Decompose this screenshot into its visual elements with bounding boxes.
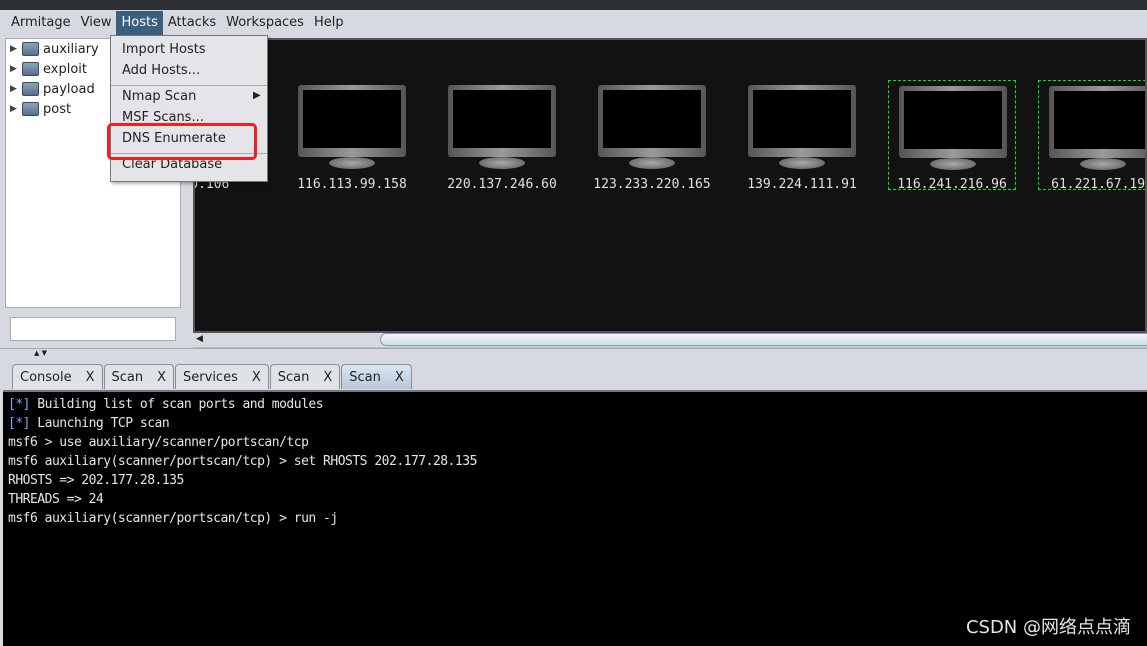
tab-label: Scan xyxy=(277,369,310,385)
tab-scan[interactable]: Scan X xyxy=(103,364,175,389)
expand-arrow-icon[interactable]: ▶ xyxy=(10,104,22,114)
folder-icon xyxy=(22,42,39,56)
module-search-input[interactable] xyxy=(10,317,176,341)
tab-console[interactable]: Console X xyxy=(12,364,103,389)
console-line: msf6 auxiliary(scanner/portscan/tcp) > r… xyxy=(8,509,1142,528)
tab-scan[interactable]: Scan X xyxy=(269,364,341,389)
monitor-icon xyxy=(1049,86,1145,158)
menu-item-nmap-scan[interactable]: Nmap Scan xyxy=(122,87,262,107)
scrollbar-thumb[interactable] xyxy=(380,333,1147,346)
console-line: msf6 > use auxiliary/scanner/portscan/tc… xyxy=(8,433,1142,452)
menu-separator xyxy=(111,85,267,86)
console-line: [*] Launching TCP scan xyxy=(8,414,1142,433)
tab-label: Scan xyxy=(111,369,144,385)
tab-bar: Console X Scan X Services X Scan X Scan X xyxy=(12,364,413,389)
console-text: RHOSTS => 202.177.28.135 xyxy=(8,473,184,488)
highlight-box xyxy=(107,123,257,160)
expand-arrow-icon[interactable]: ▶ xyxy=(10,44,22,54)
console-line: [*] Building list of scan ports and modu… xyxy=(8,395,1142,414)
tab-label: Scan xyxy=(349,369,381,385)
submenu-arrow-icon: ▶ xyxy=(253,90,261,101)
monitor-icon xyxy=(899,86,1007,158)
host-node[interactable] xyxy=(738,80,866,190)
menu-workspaces[interactable]: Workspaces xyxy=(221,11,309,35)
expand-arrow-icon[interactable]: ▶ xyxy=(10,84,22,94)
menu-armitage[interactable]: Armitage xyxy=(6,11,76,35)
menu-hosts[interactable]: Hosts xyxy=(116,10,163,35)
tree-item-label: post xyxy=(43,101,72,117)
console-text: Launching TCP scan xyxy=(29,416,170,431)
tree-item-label: payload xyxy=(43,81,95,97)
menu-help[interactable]: Help xyxy=(309,11,349,35)
tab-label: Services xyxy=(183,369,238,385)
tab-close-icon[interactable]: X xyxy=(323,370,332,385)
console-text: msf6 auxiliary(scanner/portscan/tcp) > r… xyxy=(8,511,338,526)
tab-close-icon[interactable]: X xyxy=(252,370,261,385)
monitor-icon xyxy=(598,85,706,157)
menu-bar: Armitage View Hosts Attacks Workspaces Help xyxy=(0,10,1147,35)
monitor-icon xyxy=(748,85,856,157)
tab-services[interactable]: Services X xyxy=(175,364,269,389)
host-ip-label: 220.137.246.60 xyxy=(447,177,557,192)
menu-attacks[interactable]: Attacks xyxy=(163,11,221,35)
host-ip-label: 61.221.67.195 xyxy=(1051,177,1147,192)
split-divider[interactable]: ▲ ▼ xyxy=(0,348,1147,360)
hosts-graph: 8.0.106116.113.99.158220.137.246.60123.2… xyxy=(193,38,1147,333)
tree-item-label: exploit xyxy=(43,61,87,77)
host-node[interactable] xyxy=(588,80,716,190)
console-text: msf6 > use auxiliary/scanner/portscan/tc… xyxy=(8,435,309,450)
tab-label: Console xyxy=(20,369,72,385)
host-ip-label: 116.241.216.96 xyxy=(897,177,1007,192)
console-line: RHOSTS => 202.177.28.135 xyxy=(8,471,1142,490)
status-prefix: [*] xyxy=(8,416,30,431)
console-text: Building list of scan ports and modules xyxy=(29,397,324,412)
divider-arrows-icon[interactable]: ▲ ▼ xyxy=(34,349,47,357)
folder-icon xyxy=(22,102,39,116)
scroll-left-icon[interactable]: ◀ xyxy=(196,334,203,344)
status-prefix: [*] xyxy=(8,397,30,412)
monitor-icon xyxy=(448,85,556,157)
host-ip-label: 123.233.220.165 xyxy=(593,177,711,192)
menu-view[interactable]: View xyxy=(76,11,117,35)
monitor-icon xyxy=(298,85,406,157)
menu-item-add-hosts[interactable]: Add Hosts... xyxy=(122,61,200,81)
host-ip-label: 116.113.99.158 xyxy=(297,177,407,192)
tree-item-label: auxiliary xyxy=(43,41,99,57)
tab-close-icon[interactable]: X xyxy=(86,370,95,385)
host-node[interactable] xyxy=(438,80,566,190)
console-line: msf6 auxiliary(scanner/portscan/tcp) > s… xyxy=(8,452,1142,471)
console-text: THREADS => 24 xyxy=(8,492,104,507)
console-text: msf6 auxiliary(scanner/portscan/tcp) > s… xyxy=(8,454,477,469)
host-node[interactable] xyxy=(288,80,416,190)
console-line: THREADS => 24 xyxy=(8,490,1142,509)
menu-item-import-hosts[interactable]: Import Hosts xyxy=(122,40,206,60)
tab-close-icon[interactable]: X xyxy=(157,370,166,385)
folder-icon xyxy=(22,62,39,76)
expand-arrow-icon[interactable]: ▶ xyxy=(10,64,22,74)
tab-close-icon[interactable]: X xyxy=(395,370,404,385)
host-node[interactable] xyxy=(888,80,1016,190)
watermark: CSDN @网络点点滴 xyxy=(965,617,1131,638)
folder-icon xyxy=(22,82,39,96)
tab-scan[interactable]: Scan X xyxy=(341,364,412,389)
horizontal-scrollbar[interactable]: ◀ xyxy=(193,333,1147,348)
host-node[interactable] xyxy=(1038,80,1145,190)
host-ip-label: 139.224.111.91 xyxy=(747,177,857,192)
console-output[interactable]: [*] Building list of scan ports and modu… xyxy=(3,390,1147,646)
title-bar xyxy=(0,0,1147,10)
